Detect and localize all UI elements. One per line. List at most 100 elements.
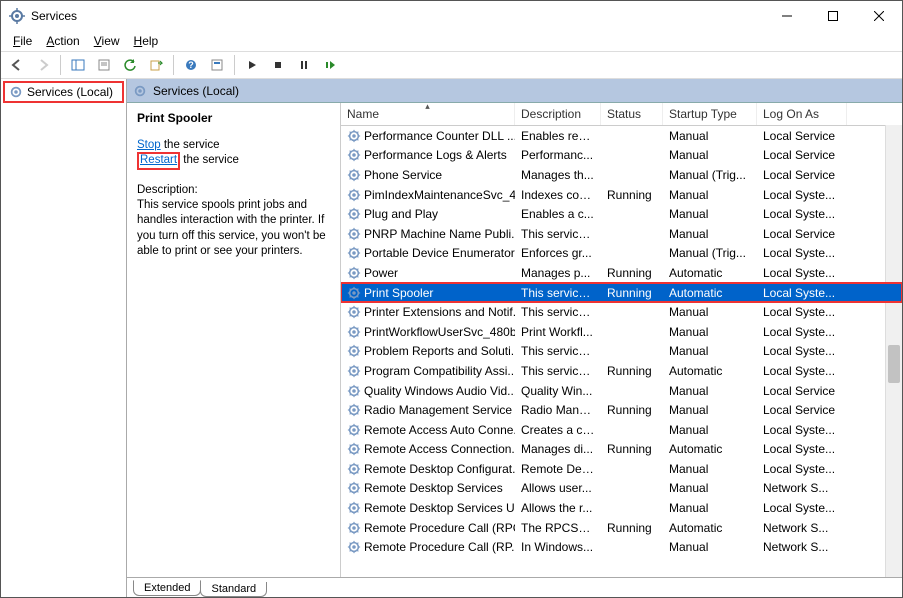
detail-body: Print Spooler Stop the service Restart t… [127,103,902,577]
service-row[interactable]: Problem Reports and Soluti...This servic… [341,342,902,362]
service-logon: Local Service [757,129,847,143]
restart-service-button[interactable] [318,54,342,76]
minimize-button[interactable] [764,1,810,31]
tab-extended[interactable]: Extended [133,580,201,596]
detail-panel: Services (Local) Print Spooler Stop the … [127,79,902,597]
tree-node-label: Services (Local) [27,85,113,99]
service-logon: Local Syste... [757,364,847,378]
service-row[interactable]: PrintWorkflowUserSvc_480baPrint Workfl..… [341,322,902,342]
service-desc: Enables rem... [515,129,601,143]
service-icon [347,481,361,495]
services-header-icon [133,84,147,98]
service-icon [347,286,361,300]
service-status: Running [601,266,663,280]
service-desc: Allows user... [515,481,601,495]
stop-service-button[interactable] [266,54,290,76]
stop-action-line: Stop the service [137,139,330,151]
tab-standard[interactable]: Standard [200,582,267,597]
service-row[interactable]: Performance Logs & AlertsPerformanc...Ma… [341,146,902,166]
service-row[interactable]: Remote Desktop Configurat...Remote Des..… [341,459,902,479]
forward-button[interactable] [31,54,55,76]
service-name: Program Compatibility Assi... [364,364,515,378]
column-header-name[interactable]: ▴Name [341,103,515,125]
service-logon: Local Service [757,403,847,417]
service-row[interactable]: Program Compatibility Assi...This servic… [341,361,902,381]
service-icon [347,423,361,437]
service-row[interactable]: Phone ServiceManages th...Manual (Trig..… [341,165,902,185]
service-desc: Enables a c... [515,207,601,221]
service-row[interactable]: Performance Counter DLL ...Enables rem..… [341,126,902,146]
services-window: Services File Action View Help ? [0,0,903,598]
menu-file[interactable]: File [7,33,38,49]
scrollbar-thumb[interactable] [888,345,900,383]
menu-view[interactable]: View [88,33,126,49]
service-row[interactable]: PimIndexMaintenanceSvc_4...Indexes con..… [341,185,902,205]
service-status: Running [601,442,663,456]
service-row[interactable]: Radio Management ServiceRadio Mana...Run… [341,400,902,420]
service-icon [347,384,361,398]
service-row[interactable]: Remote Desktop ServicesAllows user...Man… [341,479,902,499]
svg-text:?: ? [188,60,194,70]
service-startup: Manual (Trig... [663,168,757,182]
service-row[interactable]: Plug and PlayEnables a c...ManualLocal S… [341,204,902,224]
extended-info-panel: Print Spooler Stop the service Restart t… [127,103,341,577]
service-status: Running [601,403,663,417]
service-name: Radio Management Service [364,403,512,417]
maximize-button[interactable] [810,1,856,31]
properties-button[interactable] [92,54,116,76]
column-header-startup[interactable]: Startup Type [663,103,757,125]
close-button[interactable] [856,1,902,31]
service-desc: Radio Mana... [515,403,601,417]
service-row[interactable]: Remote Procedure Call (RP...In Windows..… [341,537,902,557]
selected-service-name: Print Spooler [137,111,330,125]
service-logon: Local Service [757,168,847,182]
show-hide-tree-button[interactable] [66,54,90,76]
service-row[interactable]: Print SpoolerThis service ...RunningAuto… [341,283,902,303]
toolbar-icon[interactable] [205,54,229,76]
menu-action[interactable]: Action [40,33,85,49]
column-header-logon[interactable]: Log On As [757,103,847,125]
pause-service-button[interactable] [292,54,316,76]
stop-service-link[interactable]: Stop [137,139,161,151]
column-header-status[interactable]: Status [601,103,663,125]
start-service-button[interactable] [240,54,264,76]
service-desc: This service ... [515,286,601,300]
service-row[interactable]: Portable Device Enumerator...Enforces gr… [341,244,902,264]
export-button[interactable] [144,54,168,76]
service-status: Running [601,188,663,202]
service-row[interactable]: Quality Windows Audio Vid...Quality Win.… [341,381,902,401]
service-row[interactable]: Remote Access Auto Conne...Creates a co.… [341,420,902,440]
service-icon [347,148,361,162]
service-icon [347,266,361,280]
service-row[interactable]: Remote Desktop Services U...Allows the r… [341,498,902,518]
service-row[interactable]: Remote Access Connection...Manages di...… [341,440,902,460]
service-row[interactable]: Printer Extensions and Notif...This serv… [341,302,902,322]
restart-service-link[interactable]: Restart [137,152,180,170]
service-logon: Local Syste... [757,423,847,437]
detail-header: Services (Local) [127,79,902,103]
service-logon: Local Syste... [757,501,847,515]
service-icon [347,403,361,417]
menu-help[interactable]: Help [128,33,165,49]
service-desc: Performanc... [515,148,601,162]
help-button[interactable]: ? [179,54,203,76]
service-icon [347,246,361,260]
service-row[interactable]: PowerManages p...RunningAutomaticLocal S… [341,263,902,283]
service-icon [347,344,361,358]
column-header-description[interactable]: Description [515,103,601,125]
list-rows[interactable]: Performance Counter DLL ...Enables rem..… [341,126,902,577]
scrollbar-vertical[interactable] [885,125,902,577]
service-icon [347,521,361,535]
service-name: Phone Service [364,168,442,182]
service-icon [347,129,361,143]
refresh-button[interactable] [118,54,142,76]
service-startup: Manual [663,540,757,554]
service-icon [347,501,361,515]
service-row[interactable]: PNRP Machine Name Publi...This service .… [341,224,902,244]
service-desc: This service ... [515,305,601,319]
back-button[interactable] [5,54,29,76]
service-row[interactable]: Remote Procedure Call (RPC)The RPCSS ...… [341,518,902,538]
tree-node-services-local[interactable]: Services (Local) [3,81,124,103]
service-logon: Local Syste... [757,207,847,221]
service-desc: In Windows... [515,540,601,554]
